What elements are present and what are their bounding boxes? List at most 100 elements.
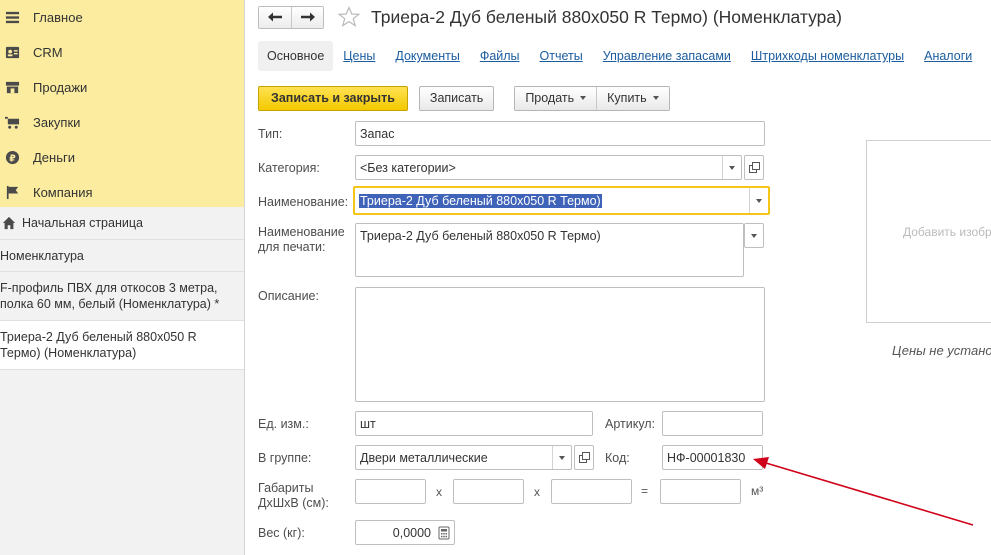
tab-main[interactable]: Основное [258, 41, 334, 71]
name-value: Триера-2 Дуб беленый 880x050 R Термо) [359, 193, 602, 208]
group-value: Двери металлические [360, 450, 488, 465]
open-window-icon [748, 162, 760, 173]
category-open-button[interactable] [744, 155, 764, 180]
article-label: Артикул: [605, 417, 656, 431]
prices-not-set-text: Цены не установлены [892, 343, 991, 358]
open-window-current[interactable]: Триера-2 Дуб беленый 880x050 R Термо) (Н… [0, 321, 244, 370]
add-image-text: Добавить изображение [903, 225, 991, 239]
nav-item-crm[interactable]: CRM [0, 35, 244, 70]
name-field[interactable]: Триера-2 Дуб беленый 880x050 R Термо) [353, 186, 770, 215]
name-label: Наименование: [258, 195, 349, 209]
group-label: В группе: [258, 451, 312, 465]
open-window-home[interactable]: Начальная страница [0, 207, 244, 240]
times-sign: x [436, 485, 442, 499]
group-field[interactable]: Двери металлические [355, 445, 572, 470]
contact-card-icon [4, 45, 20, 61]
star-icon[interactable] [338, 6, 360, 28]
description-field[interactable] [355, 287, 765, 402]
open-window-nomenclature[interactable]: Номенклатура [0, 240, 244, 272]
nav-item-label: Главное [33, 10, 83, 25]
volume-field[interactable] [660, 479, 741, 504]
nav-item-company[interactable]: Компания [0, 175, 244, 210]
weight-field[interactable]: 0,0000 [355, 520, 455, 545]
save-and-close-button[interactable]: Записать и закрыть [258, 85, 408, 111]
unit-label: Ед. изм.: [258, 417, 309, 431]
sell-label: Продать [525, 91, 575, 105]
menu-icon [4, 10, 20, 26]
nav-item-sales[interactable]: Продажи [0, 70, 244, 105]
width-field[interactable] [453, 479, 524, 504]
calculator-icon[interactable] [437, 526, 451, 540]
ruble-icon: ₽ [4, 150, 20, 166]
home-icon [2, 216, 16, 230]
group-dropdown-button[interactable] [552, 446, 571, 469]
tab-files[interactable]: Файлы [480, 49, 520, 63]
open-window-label: Номенклатура [0, 249, 84, 263]
category-field[interactable]: <Без категории> [355, 155, 742, 180]
weight-label: Вес (кг): [258, 526, 305, 540]
forward-button[interactable] [291, 6, 323, 28]
unit-value: шт [360, 416, 376, 431]
print-name-dropdown-button[interactable] [744, 223, 764, 248]
tab-reports[interactable]: Отчеты [540, 49, 583, 63]
form-toolbar: Записать и закрыть Записать Продать Купи… [258, 85, 670, 111]
sidebar: Главное CRM Продажи Закупки ₽ Деньги Ком… [0, 0, 245, 555]
chevron-down-icon [559, 456, 565, 460]
category-label: Категория: [258, 161, 320, 175]
flag-icon [4, 185, 20, 201]
chevron-down-icon [729, 166, 735, 170]
times-sign: x [534, 485, 540, 499]
unit-field[interactable]: шт [355, 411, 593, 436]
open-window-label: F-профиль ПВХ для откосов 3 метра, полка… [0, 281, 220, 311]
group-open-button[interactable] [574, 445, 594, 470]
code-label: Код: [605, 451, 630, 465]
form-tabs: Основное Цены Документы Файлы Отчеты Упр… [258, 40, 991, 72]
print-name-value: Триера-2 Дуб беленый 880x050 R Термо) [360, 229, 601, 243]
nav-item-label: Закупки [33, 115, 81, 130]
buy-button[interactable]: Купить [596, 86, 669, 110]
tab-barcodes[interactable]: Штрихкоды номенклатуры [751, 49, 904, 63]
code-field[interactable]: НФ-00001830 [662, 445, 763, 470]
actions-group: Продать Купить [514, 85, 670, 111]
open-window-label: Начальная страница [22, 216, 143, 230]
shop-icon [4, 80, 20, 96]
volume-unit: м³ [751, 484, 764, 498]
nav-item-purchases[interactable]: Закупки [0, 105, 244, 140]
chevron-down-icon [580, 96, 587, 100]
tab-documents[interactable]: Документы [395, 49, 459, 63]
nav-item-label: CRM [33, 45, 63, 60]
length-field[interactable] [355, 479, 426, 504]
name-dropdown-button[interactable] [749, 188, 768, 213]
back-button[interactable] [259, 6, 291, 28]
chevron-down-icon [756, 199, 762, 203]
type-field[interactable]: Запас [355, 121, 765, 146]
dimensions-label-line1: Габариты [258, 481, 314, 495]
nav-item-label: Продажи [33, 80, 88, 95]
nav-item-main[interactable]: Главное [0, 0, 244, 35]
type-value: Запас [360, 126, 395, 141]
article-field[interactable] [662, 411, 763, 436]
title-bar: Триера-2 Дуб беленый 880x050 R Термо) (Н… [258, 5, 842, 29]
cart-icon [4, 115, 20, 131]
image-placeholder[interactable]: Добавить изображение [866, 140, 991, 323]
category-dropdown-button[interactable] [722, 156, 741, 179]
dimensions-label: Габариты ДхШхВ (см): [258, 481, 329, 511]
height-field[interactable] [551, 479, 632, 504]
open-window-profile[interactable]: F-профиль ПВХ для откосов 3 метра, полка… [0, 272, 244, 321]
arrow-right-icon [300, 12, 315, 22]
buy-label: Купить [607, 91, 647, 105]
sell-button[interactable]: Продать [515, 86, 597, 110]
description-label: Описание: [258, 289, 319, 303]
page-title: Триера-2 Дуб беленый 880x050 R Термо) (Н… [371, 6, 842, 27]
save-button[interactable]: Записать [418, 85, 495, 111]
dimensions-label-line2: ДхШхВ (см): [258, 496, 329, 510]
tab-prices[interactable]: Цены [343, 49, 375, 63]
nav-item-label: Деньги [33, 150, 75, 165]
tab-inventory[interactable]: Управление запасами [603, 49, 731, 63]
weight-value: 0,0000 [392, 525, 431, 540]
tab-analogs[interactable]: Аналоги [924, 49, 972, 63]
chevron-down-icon [652, 96, 659, 100]
nav-item-money[interactable]: ₽ Деньги [0, 140, 244, 175]
print-name-field[interactable]: Триера-2 Дуб беленый 880x050 R Термо) [355, 223, 744, 277]
nav-item-label: Компания [33, 185, 93, 200]
